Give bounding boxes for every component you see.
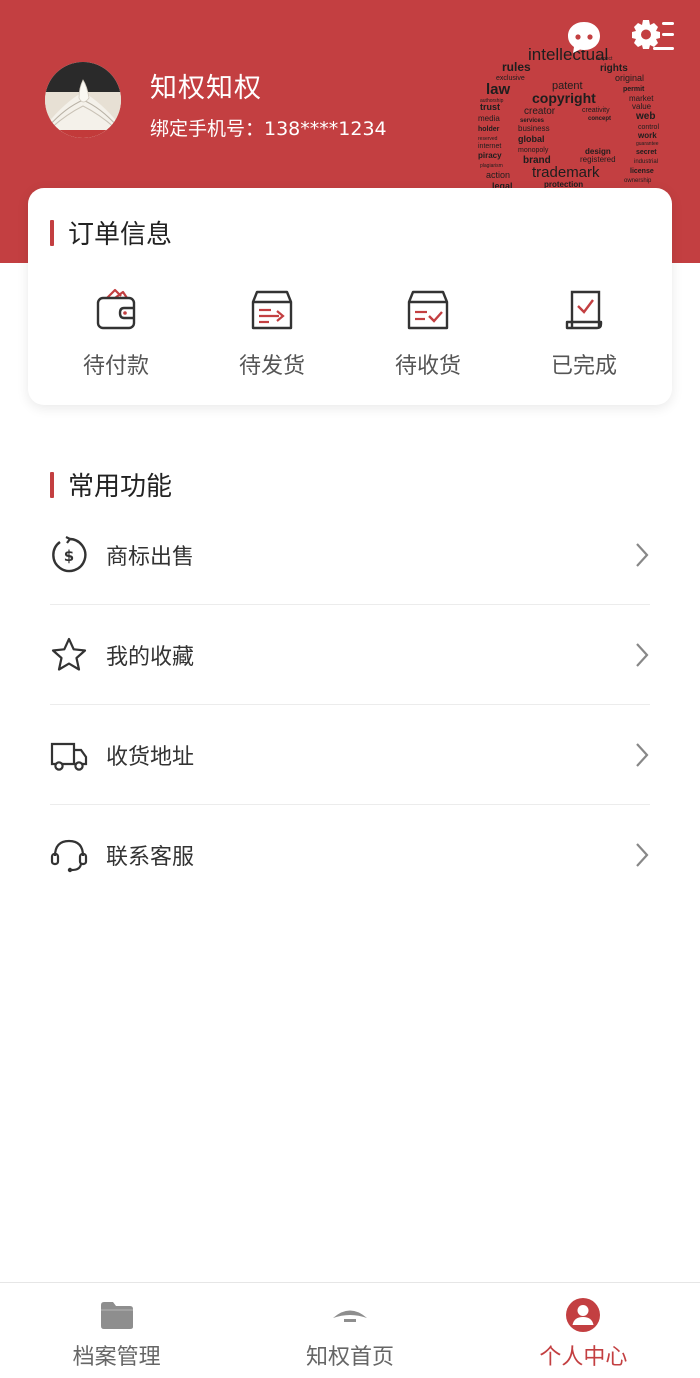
settings-button[interactable] (630, 16, 676, 56)
wallet-icon (96, 288, 136, 330)
chevron-right-icon (636, 742, 649, 767)
wordcloud-word: license (630, 168, 654, 175)
functions-list: $ 商标出售 我的收藏 收货地址 联系客服 (50, 505, 650, 905)
functions-section-title: 常用功能 (50, 466, 172, 503)
wordcloud-word: copyright (532, 90, 596, 106)
book-avatar-image (45, 62, 121, 138)
func-trademark-sale[interactable]: $ 商标出售 (50, 505, 650, 605)
message-button[interactable] (564, 18, 604, 58)
folder-icon (100, 1302, 133, 1329)
functions-title-text: 常用功能 (68, 472, 173, 502)
tab-home[interactable]: 知权首页 (233, 1283, 466, 1378)
wordcloud-word: original (615, 73, 644, 83)
box-check-icon (407, 290, 449, 330)
order-card: 订单信息 待付款 待发货 待收货 已完成 (28, 188, 672, 405)
tab-archive-management-label: 档案管理 (72, 1345, 161, 1370)
tab-personal-center[interactable]: 个人中心 (467, 1283, 700, 1378)
wordcloud-word: creativity (582, 107, 610, 114)
dollar-circle-icon: $ (52, 535, 87, 572)
wordcloud-word: industrial (634, 159, 658, 165)
wordcloud-word: ownership (624, 178, 652, 184)
profile-page: intellectual rules rights law patent cop… (0, 0, 700, 1378)
wordcloud-word: global (518, 134, 545, 144)
order-completed[interactable]: 已完成 (506, 288, 662, 388)
wordcloud-word: business (518, 124, 550, 133)
chevron-right-icon (636, 542, 649, 567)
chevron-right-icon (636, 843, 649, 867)
wordcloud-word: law (486, 81, 511, 98)
wordcloud-word: permit (623, 86, 645, 93)
box-send-icon (251, 290, 293, 330)
wordcloud-word: web (635, 111, 655, 122)
func-customer-service-label: 联系客服 (106, 845, 195, 870)
wordcloud-word: services (520, 118, 545, 124)
message-bubble-icon (568, 22, 600, 53)
wordcloud-word: piracy (478, 151, 502, 160)
wordcloud-word: work (637, 131, 657, 140)
wordcloud-word: exclusive (496, 75, 525, 82)
bottom-tab-bar: 档案管理 知权首页 个人中心 (0, 1282, 700, 1378)
order-pending-payment-label: 待付款 (82, 354, 149, 379)
wordcloud-word: registered (580, 155, 616, 164)
wordcloud-word: monopoly (518, 147, 549, 154)
order-status-row: 待付款 待发货 待收货 已完成 (28, 288, 672, 388)
wordcloud-word: holder (478, 126, 500, 133)
wordcloud-word: secret (636, 149, 657, 156)
order-title-text: 订单信息 (68, 220, 173, 250)
title-accent-bar (50, 471, 54, 498)
order-pending-payment[interactable]: 待付款 (38, 288, 194, 388)
gear-list-icon (632, 20, 674, 50)
chevron-right-icon (636, 642, 649, 667)
func-shipping-address[interactable]: 收货地址 (50, 705, 650, 805)
wordcloud-word: media (478, 114, 500, 123)
wordcloud-word: value (632, 102, 652, 111)
func-my-favorites[interactable]: 我的收藏 (50, 605, 650, 705)
order-pending-receipt[interactable]: 待收货 (350, 288, 506, 388)
svg-text:$: $ (64, 547, 74, 565)
home-roof-icon (332, 1310, 367, 1322)
tab-home-label: 知权首页 (305, 1345, 394, 1370)
wordcloud-word: internet (478, 143, 501, 150)
wordcloud-word: rules (502, 60, 531, 74)
document-check-icon (565, 290, 603, 330)
func-my-favorites-label: 我的收藏 (106, 644, 195, 670)
wordcloud-word: concept (588, 116, 611, 122)
wordcloud-word: trademark (532, 164, 600, 181)
wordcloud-word: control (638, 124, 659, 131)
wordcloud-word: plagiarism (480, 163, 503, 169)
func-customer-service[interactable]: 联系客服 (50, 805, 650, 905)
title-accent-bar (50, 219, 54, 246)
wordcloud-word: creator (524, 106, 556, 117)
order-completed-label: 已完成 (550, 354, 617, 379)
order-section-title: 订单信息 (50, 214, 172, 251)
truck-icon (50, 742, 88, 771)
user-name: 知权知权 (150, 73, 262, 104)
order-pending-shipment[interactable]: 待发货 (194, 288, 350, 388)
headset-icon (50, 839, 88, 873)
bound-phone: 绑定手机号：138****1234 (150, 118, 387, 140)
order-pending-shipment-label: 待发货 (238, 354, 305, 379)
user-circle-icon (566, 1298, 601, 1332)
star-icon (51, 637, 87, 671)
wordcloud-word: guarantee (636, 141, 659, 147)
func-shipping-address-label: 收货地址 (106, 744, 195, 770)
func-trademark-sale-label: 商标出售 (106, 544, 195, 570)
wordcloud-word: reserved (478, 136, 498, 142)
wordcloud-word: authorship (480, 98, 504, 104)
avatar[interactable] (45, 62, 121, 138)
tab-personal-center-label: 个人中心 (539, 1345, 628, 1370)
wordcloud-word: action (486, 170, 510, 180)
order-pending-receipt-label: 待收货 (394, 354, 461, 379)
tab-archive-management[interactable]: 档案管理 (0, 1283, 233, 1378)
